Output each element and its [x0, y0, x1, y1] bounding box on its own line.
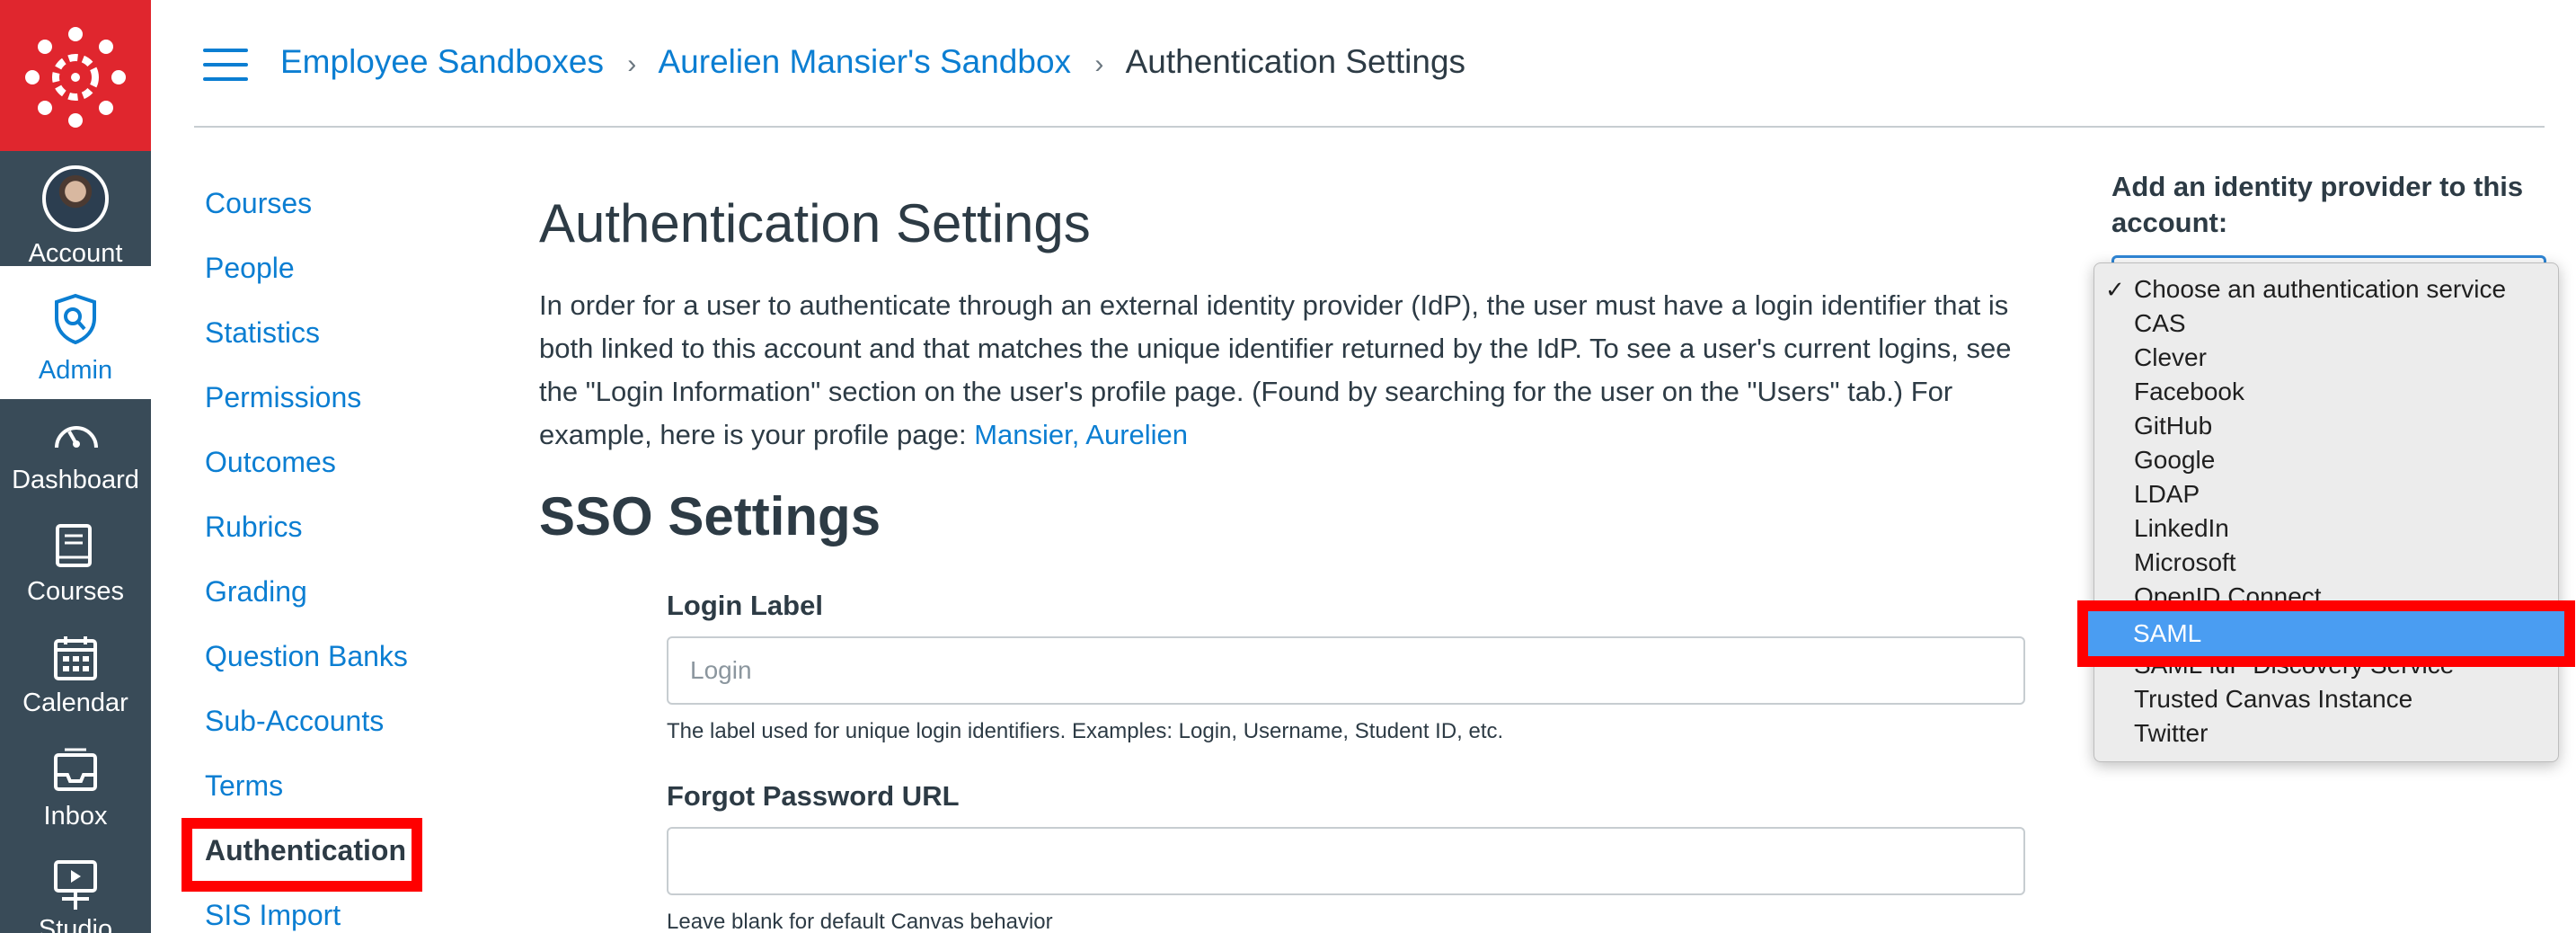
- idp-dropdown-list: ✓ Choose an authentication service CAS C…: [2094, 262, 2559, 762]
- profile-link[interactable]: Mansier, Aurelien: [974, 419, 1188, 450]
- forgot-password-url-hint: Leave blank for default Canvas behavior: [667, 910, 1053, 933]
- section-nav-terms[interactable]: Terms: [205, 769, 283, 803]
- intro-text: In order for a user to authenticate thro…: [539, 289, 2012, 450]
- section-nav-outcomes[interactable]: Outcomes: [205, 446, 336, 479]
- dropdown-option-label: Choose an authentication service: [2134, 275, 2507, 303]
- section-nav-statistics[interactable]: Statistics: [205, 316, 320, 350]
- dropdown-option-facebook[interactable]: Facebook: [2094, 375, 2558, 409]
- breadcrumb-link-sandbox[interactable]: Aurelien Mansier's Sandbox: [659, 43, 1072, 80]
- section-nav-sis-import[interactable]: SIS Import: [205, 899, 341, 932]
- gnav-dashboard[interactable]: Dashboard: [0, 399, 151, 511]
- inbox-icon: [54, 748, 97, 791]
- section-nav-people[interactable]: People: [205, 252, 295, 285]
- idp-heading: Add an identity provider to this account…: [2111, 171, 2524, 238]
- avatar: [42, 165, 109, 232]
- shield-icon: [55, 293, 96, 345]
- speedometer-icon: [55, 426, 98, 449]
- gnav-studio[interactable]: Studio: [0, 849, 151, 933]
- breadcrumb-current: Authentication Settings: [1125, 43, 1466, 80]
- gnav-admin-label: Admin: [38, 356, 113, 385]
- page-title: Authentication Settings: [539, 193, 1091, 253]
- gnav-admin[interactable]: Admin: [0, 266, 151, 399]
- login-label-input[interactable]: [667, 636, 2025, 705]
- global-nav: Account Admin Dashboard Courses Calendar…: [0, 0, 151, 933]
- dropdown-option-saml[interactable]: SAML: [2133, 617, 2201, 651]
- gnav-dashboard-label: Dashboard: [12, 466, 139, 494]
- section-nav-grading[interactable]: Grading: [205, 575, 307, 609]
- calendar-icon: [54, 636, 97, 680]
- gnav-calendar-label: Calendar: [22, 689, 128, 717]
- dropdown-option-trusted-canvas[interactable]: Trusted Canvas Instance: [2094, 682, 2558, 716]
- studio-icon: [54, 860, 97, 910]
- gnav-studio-label: Studio: [38, 915, 113, 933]
- dropdown-option-microsoft[interactable]: Microsoft: [2094, 546, 2558, 580]
- login-label-hint: The label used for unique login identifi…: [667, 719, 1504, 743]
- gnav-inbox[interactable]: Inbox: [0, 735, 151, 849]
- login-label-label: Login Label: [667, 590, 823, 621]
- dropdown-option-choose[interactable]: ✓ Choose an authentication service: [2094, 272, 2558, 307]
- canvas-logo-icon: [25, 27, 126, 128]
- breadcrumb-link-employee-sandboxes[interactable]: Employee Sandboxes: [280, 43, 604, 80]
- section-nav-sub-accounts[interactable]: Sub-Accounts: [205, 705, 384, 738]
- hamburger-menu-button[interactable]: [203, 49, 248, 81]
- intro-paragraph: In order for a user to authenticate thro…: [539, 284, 2031, 457]
- header-divider: [194, 126, 2545, 128]
- dropdown-option-twitter[interactable]: Twitter: [2094, 716, 2558, 751]
- forgot-password-url-label: Forgot Password URL: [667, 780, 960, 812]
- chevron-right-icon: ›: [1094, 49, 1104, 79]
- chevron-right-icon: ›: [627, 49, 637, 79]
- canvas-logo[interactable]: [0, 0, 151, 151]
- breadcrumb: Employee Sandboxes › Aurelien Mansier's …: [280, 43, 1465, 81]
- gnav-account-label: Account: [28, 239, 123, 268]
- dropdown-option-linkedin[interactable]: LinkedIn: [2094, 511, 2558, 546]
- dropdown-option-clever[interactable]: Clever: [2094, 341, 2558, 375]
- book-icon: [56, 524, 92, 567]
- section-nav-authentication[interactable]: Authentication: [205, 834, 406, 867]
- gnav-courses[interactable]: Courses: [0, 511, 151, 622]
- section-nav-question-banks[interactable]: Question Banks: [205, 640, 408, 673]
- section-nav-courses[interactable]: Courses: [205, 187, 312, 220]
- checkmark-icon: ✓: [2105, 276, 2125, 303]
- section-nav-rubrics[interactable]: Rubrics: [205, 511, 302, 544]
- gnav-account[interactable]: Account: [0, 151, 151, 268]
- forgot-password-url-input[interactable]: [667, 827, 2025, 895]
- section-nav-permissions[interactable]: Permissions: [205, 381, 361, 414]
- gnav-calendar[interactable]: Calendar: [0, 622, 151, 735]
- dropdown-option-google[interactable]: Google: [2094, 443, 2558, 477]
- sso-settings-heading: SSO Settings: [539, 486, 881, 546]
- dropdown-option-ldap[interactable]: LDAP: [2094, 477, 2558, 511]
- dropdown-option-cas[interactable]: CAS: [2094, 307, 2558, 341]
- dropdown-option-github[interactable]: GitHub: [2094, 409, 2558, 443]
- gnav-courses-label: Courses: [27, 577, 124, 606]
- gnav-inbox-label: Inbox: [43, 802, 108, 831]
